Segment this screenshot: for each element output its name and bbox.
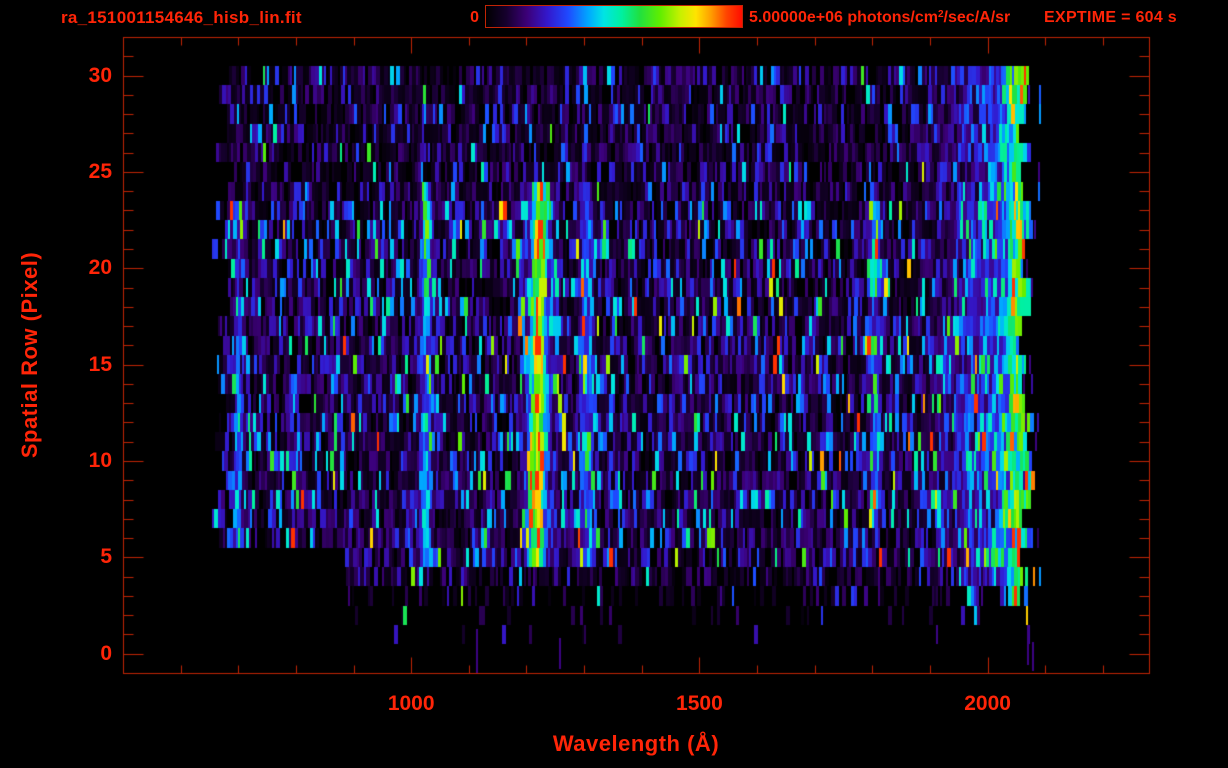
colorbar-units-post: /sec/A/sr	[943, 9, 1011, 26]
colorbar-max-value: 5.00000e+06	[749, 9, 843, 26]
y-tick-label: 0	[100, 641, 112, 665]
y-axis-title: Spatial Row (Pixel)	[17, 251, 42, 459]
y-tick-label: 20	[88, 256, 112, 280]
colorbar-units-pre: photons/cm	[842, 9, 938, 26]
colorbar	[485, 5, 743, 28]
colorbar-min-label: 0	[470, 9, 479, 26]
y-tick-label: 30	[88, 63, 112, 87]
x-tick-label: 1500	[676, 692, 723, 715]
y-tick-label: 15	[88, 352, 112, 376]
colorbar-gradient	[486, 6, 742, 27]
y-tick-label: 5	[100, 545, 112, 569]
y-tick-label: 10	[88, 449, 112, 472]
file-title: ra_151001154646_hisb_lin.fit	[61, 8, 302, 27]
exptime-label: EXPTIME = 604 s	[1044, 9, 1178, 26]
plot-window: ra_151001154646_hisb_lin.fit 0 5.00000e+…	[0, 0, 1228, 768]
x-tick-label: 2000	[964, 692, 1011, 715]
spectral-heatmap-canvas	[0, 0, 1228, 768]
x-axis-title: Wavelength (Å)	[552, 731, 720, 756]
y-tick-label: 25	[88, 159, 112, 183]
colorbar-max-label: 5.00000e+06 photons/cm2/sec/A/sr	[749, 9, 1010, 27]
colorbar-units-superscript: 2	[937, 9, 944, 20]
x-tick-label: 1000	[387, 692, 435, 715]
